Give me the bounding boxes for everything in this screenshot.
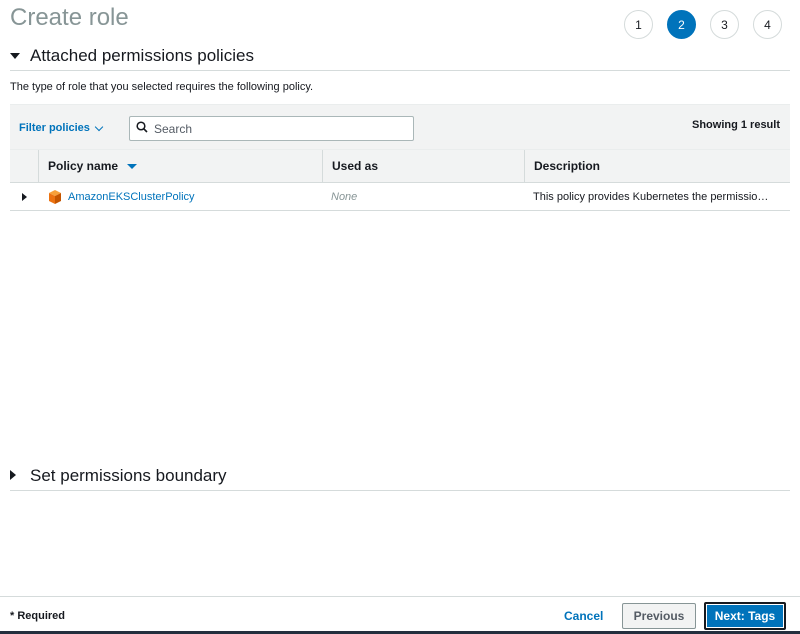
expand-column-header <box>10 150 38 182</box>
step-4[interactable]: 4 <box>753 10 782 39</box>
table-row: AmazonEKSClusterPolicy None This policy … <box>10 183 790 211</box>
caret-right-icon <box>10 469 24 483</box>
column-label: Policy name <box>48 159 119 173</box>
sort-descending-icon <box>127 163 138 169</box>
filter-label: Filter policies <box>19 122 90 134</box>
step-2-active[interactable]: 2 <box>667 10 696 39</box>
caret-right-icon <box>21 192 27 201</box>
used-as-cell: None <box>322 191 524 203</box>
aws-policy-cube-icon <box>47 189 63 205</box>
cancel-link[interactable]: Cancel <box>564 609 603 623</box>
table-header: Policy name Used as Description <box>10 150 790 183</box>
policy-name-link[interactable]: AmazonEKSClusterPolicy <box>68 191 195 203</box>
description-value: This policy provides Kubernetes the perm… <box>533 190 769 203</box>
attached-policies-section-header[interactable]: Attached permissions policies <box>10 46 790 71</box>
column-policy-name[interactable]: Policy name <box>38 150 322 182</box>
result-count: Showing 1 result <box>691 119 780 131</box>
policy-name-cell: AmazonEKSClusterPolicy <box>38 189 322 205</box>
step-3[interactable]: 3 <box>710 10 739 39</box>
caret-down-icon <box>10 51 24 62</box>
column-used-as[interactable]: Used as <box>322 150 524 182</box>
column-description[interactable]: Description <box>524 150 790 182</box>
required-note: * Required <box>10 610 66 622</box>
description-cell: This policy provides Kubernetes the perm… <box>524 191 790 203</box>
policies-table: Policy name Used as Description AmazonEK… <box>10 150 790 211</box>
previous-button[interactable]: Previous <box>622 603 696 629</box>
chevron-down-icon <box>94 122 104 131</box>
search-input[interactable] <box>154 121 394 136</box>
used-as-value: None <box>331 190 358 203</box>
page-title: Create role <box>10 4 129 31</box>
search-box[interactable] <box>129 116 414 141</box>
filter-policies-dropdown[interactable]: Filter policies <box>19 122 104 134</box>
permissions-boundary-section-header[interactable]: Set permissions boundary <box>10 466 790 491</box>
wizard-footer: * Required Cancel Previous Next: Tags <box>0 596 800 634</box>
wizard-steps: 1 2 3 4 <box>624 10 782 39</box>
search-icon <box>136 120 148 138</box>
section-title: Attached permissions policies <box>30 46 254 65</box>
section-title: Set permissions boundary <box>30 466 227 485</box>
step-1[interactable]: 1 <box>624 10 653 39</box>
next-tags-button[interactable]: Next: Tags <box>704 602 786 630</box>
expand-row-toggle[interactable] <box>10 192 38 201</box>
section-description: The type of role that you selected requi… <box>10 81 314 93</box>
table-toolbar: Filter policies Showing 1 result <box>10 104 790 150</box>
